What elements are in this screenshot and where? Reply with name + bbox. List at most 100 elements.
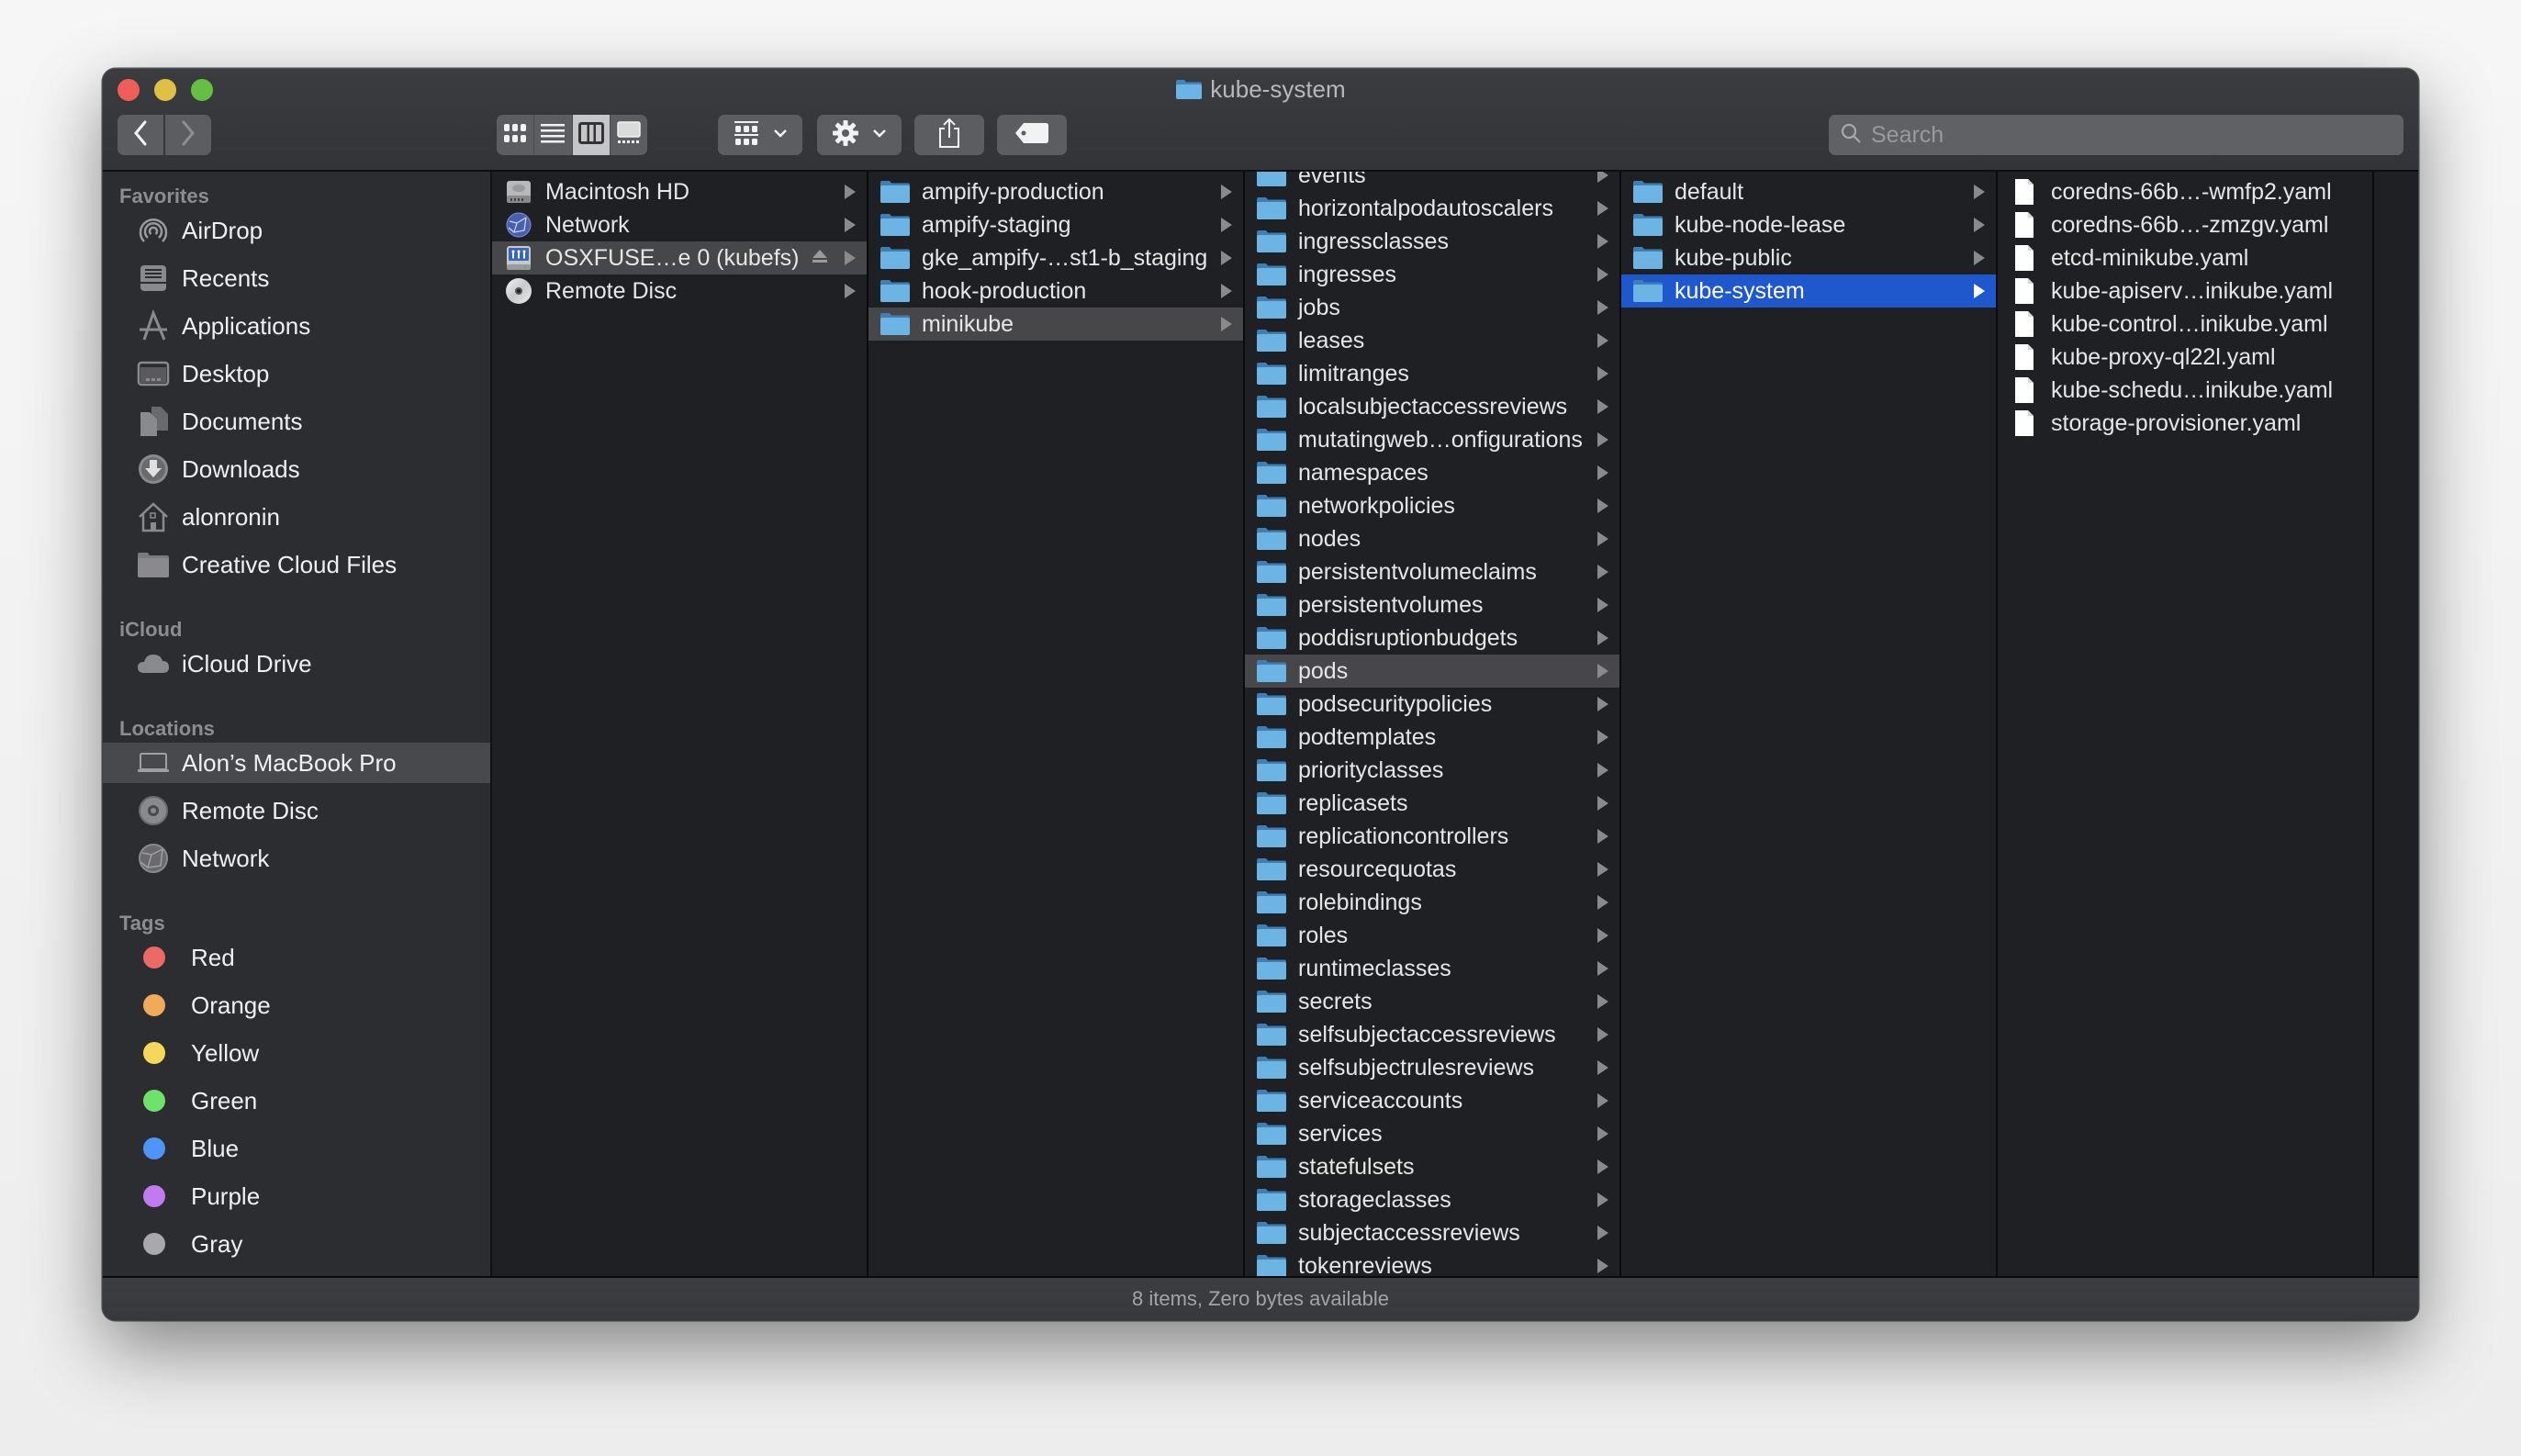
- group-button[interactable]: [718, 115, 802, 155]
- folder-item-ingresses[interactable]: ingresses: [1245, 258, 1619, 291]
- disclosure-arrow-icon: [1597, 1093, 1608, 1108]
- folder-item-replicationcontrollers[interactable]: replicationcontrollers: [1245, 820, 1619, 853]
- folder-item-mutatingweb-onfigurations[interactable]: mutatingweb…onfigurations: [1245, 423, 1619, 456]
- folder-item-network[interactable]: Network: [492, 208, 867, 241]
- folder-item-kube-system[interactable]: kube-system: [1621, 274, 1996, 308]
- sidebar-tag-yellow[interactable]: Yellow: [103, 1033, 490, 1073]
- sidebar-item-label: Network: [182, 844, 270, 872]
- sidebar-item-downloads[interactable]: Downloads: [103, 449, 490, 489]
- folder-item-macintosh-hd[interactable]: Macintosh HD: [492, 175, 867, 208]
- file-item-etcd-minikube-yaml[interactable]: etcd-minikube.yaml: [1998, 241, 2372, 274]
- folder-item-jobs[interactable]: jobs: [1245, 291, 1619, 324]
- disclosure-arrow-icon: [1597, 300, 1608, 315]
- column-view-button[interactable]: [572, 115, 611, 155]
- sidebar-item-label: Remote Disc: [182, 796, 319, 824]
- folder-item-poddisruptionbudgets[interactable]: poddisruptionbudgets: [1245, 622, 1619, 655]
- folder-item-hook-production[interactable]: hook-production: [868, 274, 1243, 308]
- forward-button[interactable]: [165, 115, 211, 155]
- file-item-kube-schedu-inikube-yaml[interactable]: kube-schedu…inikube.yaml: [1998, 374, 2372, 407]
- file-item-coredns-66b-wmfp2-yaml[interactable]: coredns-66b…-wmfp2.yaml: [1998, 175, 2372, 208]
- file-item-storage-provisioner-yaml[interactable]: storage-provisioner.yaml: [1998, 407, 2372, 440]
- folder-item-limitranges[interactable]: limitranges: [1245, 357, 1619, 390]
- gallery-view-button[interactable]: [610, 115, 647, 155]
- folder-item-leases[interactable]: leases: [1245, 324, 1619, 357]
- folder-item-replicasets[interactable]: replicasets: [1245, 787, 1619, 820]
- disclosure-arrow-icon: [1597, 1226, 1608, 1240]
- sidebar-section-favorites: Favorites: [119, 185, 209, 207]
- folder-item-gke-ampify-st1-b-staging[interactable]: gke_ampify-…st1-b_staging: [868, 241, 1243, 274]
- back-button[interactable]: [118, 115, 163, 155]
- folder-item-ingressclasses[interactable]: ingressclasses: [1245, 225, 1619, 258]
- sidebar-item-macbook-pro[interactable]: Alon’s MacBook Pro: [103, 743, 490, 783]
- folder-item-kube-public[interactable]: kube-public: [1621, 241, 1996, 274]
- folder-item-minikube[interactable]: minikube: [868, 308, 1243, 341]
- sidebar-item-creative-cloud-files[interactable]: Creative Cloud Files: [103, 544, 490, 585]
- disclosure-arrow-icon: [1597, 664, 1608, 678]
- folder-item-rolebindings[interactable]: rolebindings: [1245, 886, 1619, 919]
- file-item-coredns-66b-zmzgv-yaml[interactable]: coredns-66b…-zmzgv.yaml: [1998, 208, 2372, 241]
- sidebar-item-applications[interactable]: Applications: [103, 306, 490, 346]
- sidebar-tag-purple[interactable]: Purple: [103, 1176, 490, 1216]
- file-item-kube-apiserv-inikube-yaml[interactable]: kube-apiserv…inikube.yaml: [1998, 274, 2372, 308]
- sidebar-tag-green[interactable]: Green: [103, 1081, 490, 1121]
- folder-item-localsubjectaccessreviews[interactable]: localsubjectaccessreviews: [1245, 390, 1619, 423]
- folder-item-networkpolicies[interactable]: networkpolicies: [1245, 489, 1619, 522]
- folder-item-roles[interactable]: roles: [1245, 919, 1619, 952]
- folder-item-runtimeclasses[interactable]: runtimeclasses: [1245, 952, 1619, 985]
- search-field[interactable]: [1829, 115, 2403, 155]
- folder-item-resourcequotas[interactable]: resourcequotas: [1245, 853, 1619, 886]
- folder-item-priorityclasses[interactable]: priorityclasses: [1245, 754, 1619, 787]
- folder-item-services[interactable]: services: [1245, 1117, 1619, 1150]
- item-label: serviceaccounts: [1298, 1087, 1463, 1114]
- share-button[interactable]: [914, 115, 984, 155]
- folder-item-podsecuritypolicies[interactable]: podsecuritypolicies: [1245, 688, 1619, 721]
- sidebar-section-icloud: iCloud: [119, 618, 183, 641]
- folder-item-pods[interactable]: pods: [1245, 655, 1619, 688]
- folder-item-osxfuse-e-0-kubefs[interactable]: OSXFUSE…e 0 (kubefs): [492, 241, 867, 274]
- icon-view-button[interactable]: [497, 115, 535, 155]
- folder-item-horizontalpodautoscalers[interactable]: horizontalpodautoscalers: [1245, 192, 1619, 225]
- folder-item-selfsubjectaccessreviews[interactable]: selfsubjectaccessreviews: [1245, 1018, 1619, 1051]
- action-button[interactable]: [817, 115, 902, 155]
- folder-item-secrets[interactable]: secrets: [1245, 985, 1619, 1018]
- folder-item-events[interactable]: events: [1245, 172, 1619, 192]
- sidebar-tag-red[interactable]: Red: [103, 937, 490, 978]
- file-item-kube-proxy-ql22l-yaml[interactable]: kube-proxy-ql22l.yaml: [1998, 341, 2372, 374]
- folder-item-statefulsets[interactable]: statefulsets: [1245, 1150, 1619, 1183]
- list-view-button[interactable]: [534, 115, 573, 155]
- sidebar-tag-blue[interactable]: Blue: [103, 1128, 490, 1169]
- sidebar-tag-orange[interactable]: Orange: [103, 985, 490, 1025]
- folder-item-kube-node-lease[interactable]: kube-node-lease: [1621, 208, 1996, 241]
- eject-icon[interactable]: [812, 249, 828, 268]
- folder-item-ampify-staging[interactable]: ampify-staging: [868, 208, 1243, 241]
- sidebar-item-recents[interactable]: Recents: [103, 258, 490, 298]
- search-input[interactable]: [1869, 120, 2387, 150]
- folder-item-serviceaccounts[interactable]: serviceaccounts: [1245, 1084, 1619, 1117]
- folder-item-podtemplates[interactable]: podtemplates: [1245, 721, 1619, 754]
- folder-item-persistentvolumeclaims[interactable]: persistentvolumeclaims: [1245, 555, 1619, 588]
- folder-item-ampify-production[interactable]: ampify-production: [868, 175, 1243, 208]
- sidebar-item-remote-disc[interactable]: Remote Disc: [103, 790, 490, 831]
- sidebar-item-desktop[interactable]: Desktop: [103, 353, 490, 394]
- sidebar-section-tags: Tags: [119, 912, 165, 935]
- folder-icon: [1256, 1186, 1287, 1214]
- folder-item-nodes[interactable]: nodes: [1245, 522, 1619, 555]
- sidebar-item-network[interactable]: Network: [103, 838, 490, 879]
- sidebar-item-documents[interactable]: Documents: [103, 401, 490, 442]
- folder-item-tokenreviews[interactable]: tokenreviews: [1245, 1249, 1619, 1276]
- folder-item-namespaces[interactable]: namespaces: [1245, 456, 1619, 489]
- file-item-kube-control-inikube-yaml[interactable]: kube-control…inikube.yaml: [1998, 308, 2372, 341]
- folder-item-selfsubjectrulesreviews[interactable]: selfsubjectrulesreviews: [1245, 1051, 1619, 1084]
- folder-item-subjectaccessreviews[interactable]: subjectaccessreviews: [1245, 1216, 1619, 1249]
- sidebar-item-icloud-drive[interactable]: iCloud Drive: [103, 644, 490, 684]
- folder-item-remote-disc[interactable]: Remote Disc: [492, 274, 867, 308]
- item-label: nodes: [1298, 525, 1361, 552]
- folder-icon: [1256, 360, 1287, 387]
- sidebar-tag-gray[interactable]: Gray: [103, 1224, 490, 1264]
- tags-button[interactable]: [997, 115, 1067, 155]
- sidebar-item-home[interactable]: alonronin: [103, 497, 490, 537]
- folder-item-storageclasses[interactable]: storageclasses: [1245, 1183, 1619, 1216]
- folder-item-persistentvolumes[interactable]: persistentvolumes: [1245, 588, 1619, 622]
- folder-item-default[interactable]: default: [1621, 175, 1996, 208]
- sidebar-item-airdrop[interactable]: AirDrop: [103, 210, 490, 251]
